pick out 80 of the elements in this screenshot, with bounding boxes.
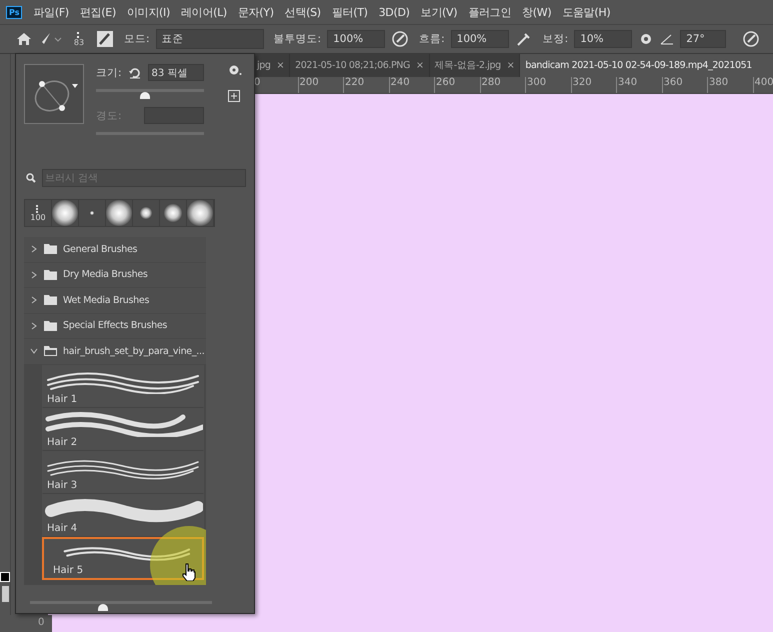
menu-item[interactable]: 도움말(H): [562, 4, 610, 20]
close-icon[interactable]: ×: [276, 60, 284, 71]
mode-dropdown[interactable]: 표준: [156, 29, 264, 49]
brush-tip-preview[interactable]: [24, 64, 84, 124]
size-label: 크기:: [96, 66, 122, 80]
flow-field[interactable]: 100%: [450, 30, 509, 48]
opacity-field[interactable]: 100%: [327, 30, 386, 48]
ruler-label: 400: [752, 77, 773, 93]
chevron-icon[interactable]: [30, 322, 38, 330]
mode-label: 모드:: [124, 32, 150, 46]
close-icon[interactable]: ×: [506, 60, 514, 71]
ruler-label: 320: [570, 77, 616, 93]
brush-size-picker[interactable]: 83: [68, 32, 90, 46]
ruler-label: 300: [525, 77, 570, 93]
ruler-label: 240: [388, 77, 434, 93]
menu-item[interactable]: 3D(D): [378, 6, 410, 18]
flow-label: 흐름:: [419, 32, 445, 46]
smoothing-label: 보정:: [542, 32, 568, 46]
brush-tip-preset[interactable]: [160, 200, 186, 226]
zoom-value: 0: [38, 617, 44, 628]
brush-folder[interactable]: Dry Media Brushes: [24, 262, 206, 288]
angle-icon: [660, 32, 674, 46]
menu-item[interactable]: 레이어(L): [180, 4, 227, 20]
brush-tip-preset[interactable]: [187, 200, 213, 226]
chevron-icon[interactable]: [30, 270, 38, 279]
chevron-icon[interactable]: [30, 347, 38, 356]
brush-settings-icon[interactable]: [96, 30, 114, 48]
quick-mask-icon[interactable]: [2, 586, 8, 602]
menu-item[interactable]: 창(W): [522, 4, 552, 20]
smoothing-field[interactable]: 10%: [574, 30, 632, 48]
menu-item[interactable]: 필터(T): [332, 4, 368, 20]
folder-icon: [44, 295, 57, 306]
ruler-label: 260: [434, 77, 480, 93]
ruler-label: 280: [480, 77, 525, 93]
hand-cursor-icon: [182, 563, 196, 581]
brush-preset[interactable]: Hair 2: [42, 408, 204, 450]
ruler-label: 220: [343, 77, 388, 93]
new-brush-icon[interactable]: [228, 90, 240, 102]
ruler-label: 360: [662, 77, 707, 93]
ruler-label: 200: [298, 77, 343, 93]
brush-tip-preset[interactable]: [133, 200, 159, 226]
chevron-icon[interactable]: [30, 245, 38, 254]
folder-icon: [44, 346, 57, 356]
ruler-label: 340: [616, 77, 662, 93]
menu-item[interactable]: 이미지(I): [126, 4, 170, 20]
brush-tip-preset[interactable]: [106, 200, 132, 226]
menu-item[interactable]: 편집(E): [80, 4, 116, 20]
search-icon: [26, 173, 36, 183]
brush-tip-preset[interactable]: [52, 200, 78, 226]
size-field[interactable]: 83 픽셀: [148, 64, 204, 81]
folder-icon: [44, 320, 57, 331]
menu-item[interactable]: 문자(Y): [238, 4, 274, 20]
folder-icon: [44, 270, 57, 280]
brush-folder[interactable]: hair_brush_set_by_para_vine_...: [24, 339, 206, 364]
reset-icon[interactable]: [128, 66, 142, 80]
brush-folder[interactable]: Wet Media Brushes: [24, 288, 206, 314]
folder-icon: [44, 244, 57, 254]
brush-tip-preset[interactable]: 100: [25, 200, 51, 226]
menu-item[interactable]: 플러그인: [468, 4, 512, 20]
slider-thumb[interactable]: [140, 92, 150, 99]
slider-thumb[interactable]: [98, 604, 108, 610]
brush-preset[interactable]: Hair 3: [42, 450, 204, 494]
home-icon[interactable]: [16, 31, 32, 47]
brush-preset[interactable]: Hair 4: [42, 494, 204, 536]
hardness-field[interactable]: [144, 107, 204, 124]
document-tab[interactable]: bandicam 2021-05-10 02-54-09-189.mp4_2021051: [520, 54, 773, 77]
color-swatch-icon[interactable]: [0, 572, 10, 582]
brush-folder[interactable]: Special Effects Brushes: [24, 314, 206, 339]
brush-preset[interactable]: Hair 5: [42, 536, 204, 580]
brush-preset[interactable]: Hair 1: [42, 364, 204, 408]
opacity-label: 불투명도:: [274, 32, 322, 46]
ruler-label: 380: [707, 77, 752, 93]
chevron-icon[interactable]: [30, 296, 38, 304]
menu-item[interactable]: 선택(S): [284, 4, 321, 20]
app-logo-icon: Ps: [6, 6, 22, 18]
brush-folder[interactable]: General Brushes: [24, 237, 206, 262]
menu-item[interactable]: 보기(V): [420, 4, 458, 20]
angle-field[interactable]: 27°: [680, 30, 726, 48]
menu-item[interactable]: 파일(F): [33, 4, 69, 20]
close-icon[interactable]: ×: [416, 60, 424, 71]
